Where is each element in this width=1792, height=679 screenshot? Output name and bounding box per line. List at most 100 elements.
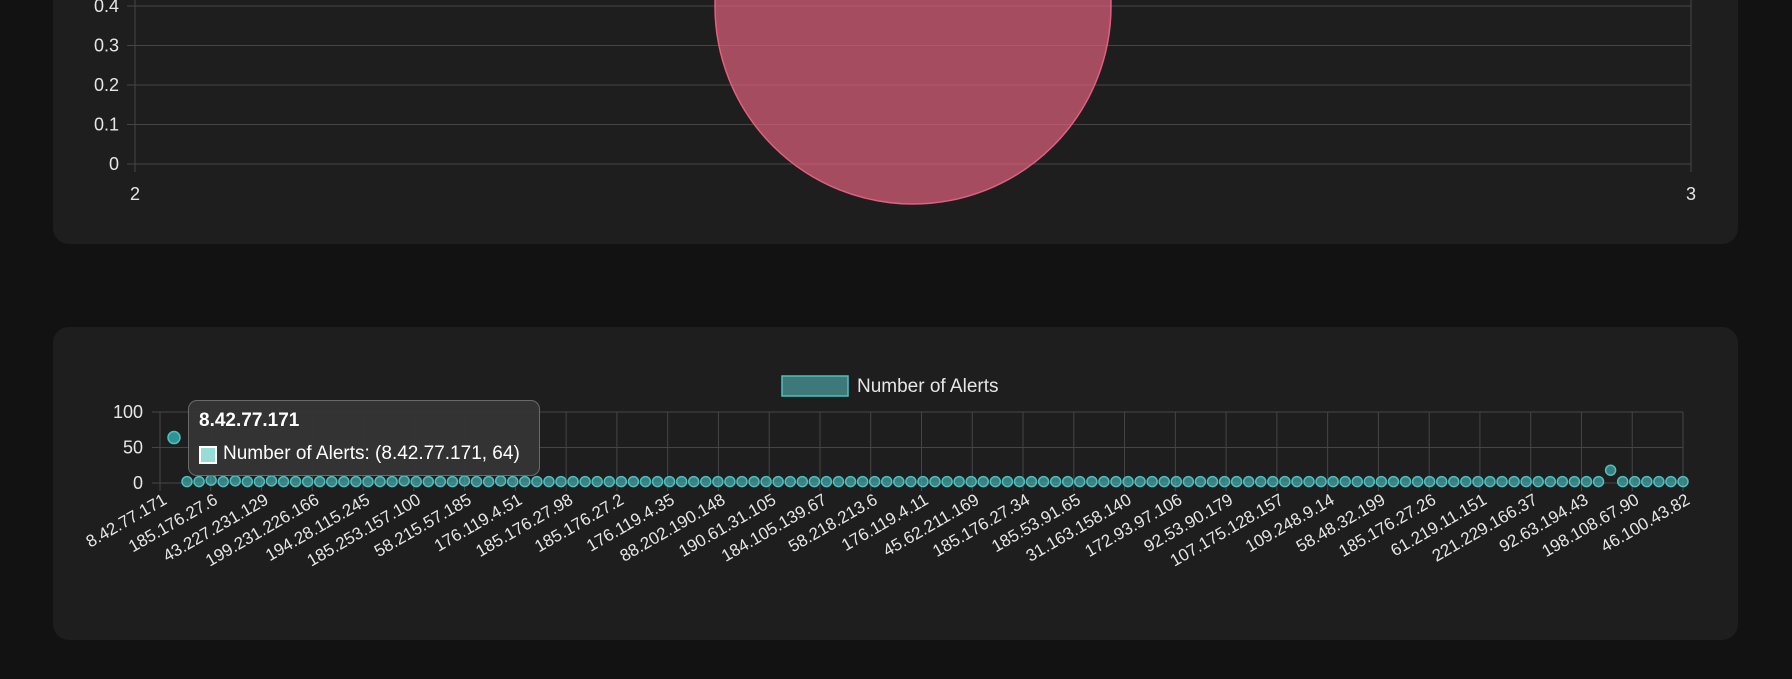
data-point [1291, 475, 1303, 488]
data-point [1037, 475, 1050, 488]
data-point [627, 475, 640, 488]
data-point [217, 475, 229, 488]
data-point [1049, 475, 1062, 488]
data-point [1182, 475, 1195, 488]
data-point [856, 475, 869, 488]
data-point [374, 475, 386, 488]
data-point [446, 475, 459, 488]
data-point [543, 475, 555, 488]
data-point [482, 475, 495, 488]
data-point [1556, 475, 1569, 488]
data-point [289, 475, 302, 488]
data-point [1460, 475, 1472, 488]
data-point [458, 475, 471, 487]
data-point [326, 475, 338, 488]
data-point [736, 475, 748, 488]
data-point [1472, 475, 1484, 488]
data-point [338, 475, 350, 488]
data-point [663, 475, 676, 488]
data-point [1315, 475, 1327, 488]
tooltip-color-swatch [199, 446, 217, 464]
data-point [1110, 475, 1122, 488]
data-point [1351, 475, 1364, 488]
data-point [1254, 475, 1267, 488]
data-point [362, 475, 374, 488]
data-point [1411, 475, 1424, 488]
data-point [1508, 475, 1520, 488]
data-point [700, 475, 712, 488]
data-point [506, 475, 519, 488]
data-point [1086, 475, 1098, 488]
legend-label: Number of Alerts [857, 376, 999, 397]
data-point [1592, 475, 1605, 488]
tooltip-body: Number of Alerts: (8.42.77.171, 64) [223, 443, 520, 464]
data-point [350, 475, 362, 488]
data-point [1628, 475, 1641, 488]
data-point [167, 430, 181, 445]
data-point [1122, 475, 1134, 488]
y-tick-label: 100 [113, 402, 143, 422]
data-point [1448, 475, 1460, 488]
data-point [1423, 475, 1436, 488]
data-point [579, 475, 591, 488]
data-point [1098, 475, 1110, 488]
data-point [253, 475, 266, 488]
data-point [410, 475, 422, 488]
data-point [229, 475, 242, 487]
data-point [905, 475, 917, 488]
data-point [748, 475, 760, 488]
data-point [1158, 475, 1170, 488]
data-point [651, 475, 664, 488]
chart-tooltip: 8.42.77.171 Number of Alerts: (8.42.77.1… [188, 400, 540, 476]
data-point [929, 475, 941, 488]
data-point [519, 475, 531, 488]
data-point [1279, 475, 1291, 488]
data-point [953, 475, 965, 488]
data-point [941, 475, 953, 488]
data-point [808, 475, 821, 488]
data-point [1435, 475, 1448, 488]
y-tick-label: 0 [133, 473, 143, 493]
data-point [1532, 475, 1544, 488]
data-point [1061, 475, 1074, 488]
data-point [1375, 475, 1388, 488]
data-point [820, 475, 833, 488]
data-point [965, 475, 977, 488]
data-point [567, 475, 579, 488]
data-point [1194, 475, 1207, 488]
data-point [1363, 475, 1376, 488]
data-point [193, 475, 205, 488]
data-point [868, 475, 881, 488]
data-point [1387, 475, 1400, 488]
data-point [494, 475, 507, 487]
data-point [1170, 475, 1183, 488]
data-point [301, 475, 314, 488]
data-point [844, 475, 857, 488]
alerts-scatter-chart: Number of Alerts0501008.42.77.171185.176… [83, 375, 1693, 570]
data-point [1677, 475, 1689, 488]
data-point [265, 475, 278, 487]
data-point [531, 475, 543, 488]
data-point [724, 475, 736, 488]
data-point [675, 475, 688, 488]
data-point [1001, 475, 1014, 488]
data-point [386, 475, 398, 488]
data-point [1484, 475, 1496, 488]
data-point [1267, 475, 1279, 488]
data-point [989, 475, 1002, 488]
data-point [1604, 464, 1617, 476]
data-point [784, 475, 796, 488]
data-point [241, 475, 254, 488]
data-point [917, 475, 929, 488]
data-point [1327, 475, 1339, 488]
data-point [832, 475, 845, 488]
data-point [1339, 475, 1351, 488]
data-point [1218, 475, 1231, 488]
data-point [422, 475, 435, 488]
y-tick-label: 50 [123, 438, 143, 458]
data-point [977, 475, 990, 488]
data-point [772, 475, 784, 488]
data-point [555, 475, 567, 488]
data-point [1520, 475, 1532, 488]
data-point [398, 475, 410, 487]
